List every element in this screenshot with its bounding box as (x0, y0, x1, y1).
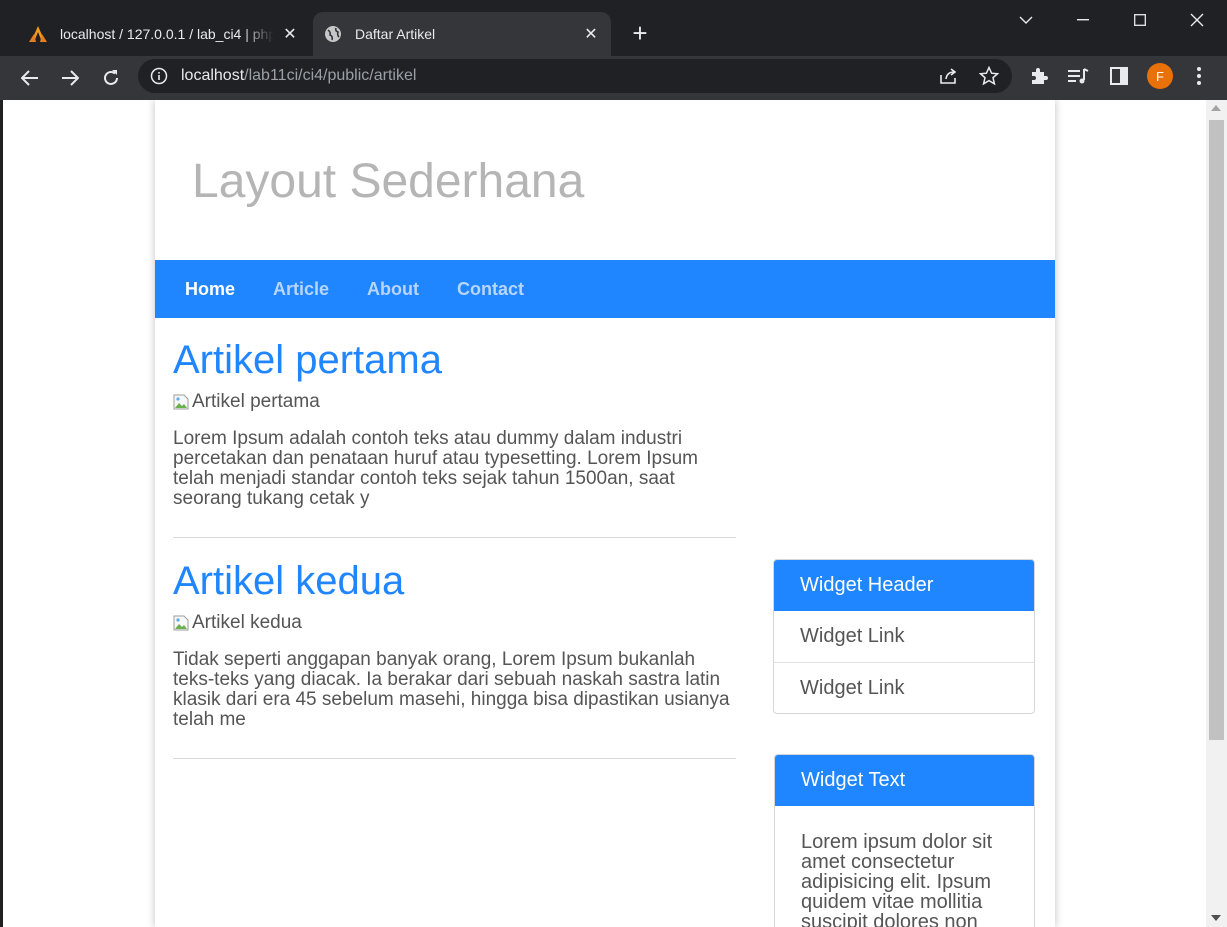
widget-text-body: Lorem ipsum dolor sit amet consectetur a… (801, 831, 993, 927)
article-image: Artikel pertama (173, 391, 736, 413)
tab-title: localhost / 127.0.0.1 / lab_ci4 | phpMyA… (60, 26, 274, 42)
address-bar[interactable]: localhost/lab11ci/ci4/public/artikel (138, 59, 1012, 93)
url-text: localhost/lab11ci/ci4/public/artikel (181, 67, 417, 84)
widget-links: Widget Header Widget Link Widget Link (773, 559, 1035, 714)
article-body: Lorem Ipsum adalah contoh teks atau dumm… (173, 428, 698, 509)
nav-about-link[interactable]: About (348, 279, 438, 300)
close-icon[interactable]: ✕ (280, 24, 300, 44)
tab-daftar-artikel[interactable]: Daftar Artikel ✕ (313, 12, 611, 56)
page-container: Layout Sederhana Home Article About Cont… (155, 100, 1055, 927)
widget-text-header: Widget Text (775, 755, 1034, 806)
article-title-link[interactable]: Artikel pertama (173, 337, 736, 383)
nav-contact-link[interactable]: Contact (438, 279, 543, 300)
bookmark-star-icon[interactable] (978, 65, 1000, 87)
widget-link[interactable]: Widget Link (774, 662, 1034, 713)
close-icon[interactable]: ✕ (581, 24, 601, 44)
side-panel-icon[interactable] (1107, 64, 1131, 88)
nav-article-link[interactable]: Article (254, 279, 348, 300)
site-title: Layout Sederhana (192, 155, 585, 208)
site-info-icon[interactable] (150, 67, 168, 85)
article-body: Tidak seperti anggapan banyak orang, Lor… (173, 649, 730, 730)
nav-home-link[interactable]: Home (166, 279, 254, 300)
page-viewport: Layout Sederhana Home Article About Cont… (3, 100, 1206, 927)
broken-image-icon (173, 615, 189, 631)
tab-search-icon[interactable] (1014, 8, 1038, 32)
image-alt-text: Artikel pertama (192, 391, 320, 412)
forward-arrow-icon[interactable] (56, 64, 84, 92)
widget-link[interactable]: Widget Link (774, 611, 1034, 662)
main-nav: Home Article About Contact (155, 260, 1055, 318)
scroll-up-arrow-icon[interactable] (1211, 105, 1221, 111)
tab-title: Daftar Artikel (355, 26, 436, 42)
scroll-thumb[interactable] (1209, 120, 1224, 740)
broken-image-icon (173, 394, 189, 410)
share-icon[interactable] (938, 65, 960, 87)
vertical-scrollbar[interactable] (1206, 100, 1227, 927)
image-alt-text: Artikel kedua (192, 612, 302, 633)
article-title-link[interactable]: Artikel kedua (173, 558, 736, 604)
widget-header: Widget Header (774, 560, 1034, 611)
article-card: Artikel pertama Artikel pertama Lorem Ip… (173, 337, 736, 538)
article-card: Artikel kedua Artikel kedua Tidak sepert… (173, 558, 736, 759)
widget-text: Widget Text Lorem ipsum dolor sit amet c… (774, 754, 1035, 927)
close-window-icon[interactable] (1185, 8, 1209, 32)
minimize-icon[interactable] (1071, 8, 1095, 32)
scroll-down-arrow-icon[interactable] (1211, 915, 1221, 921)
reload-icon[interactable] (97, 64, 125, 92)
new-tab-button[interactable]: + (626, 20, 654, 48)
menu-kebab-icon[interactable] (1187, 64, 1211, 88)
reading-list-icon[interactable] (1066, 64, 1090, 88)
globe-icon (323, 24, 343, 44)
tab-phpmyadmin[interactable]: localhost / 127.0.0.1 / lab_ci4 | phpMyA… (18, 12, 310, 56)
profile-avatar[interactable]: F (1147, 63, 1173, 89)
back-arrow-icon[interactable] (16, 64, 44, 92)
maximize-icon[interactable] (1128, 8, 1152, 32)
phpmyadmin-icon (28, 24, 48, 44)
tab-strip: localhost / 127.0.0.1 / lab_ci4 | phpMyA… (0, 0, 1227, 56)
extensions-icon[interactable] (1027, 64, 1051, 88)
article-image: Artikel kedua (173, 612, 736, 634)
